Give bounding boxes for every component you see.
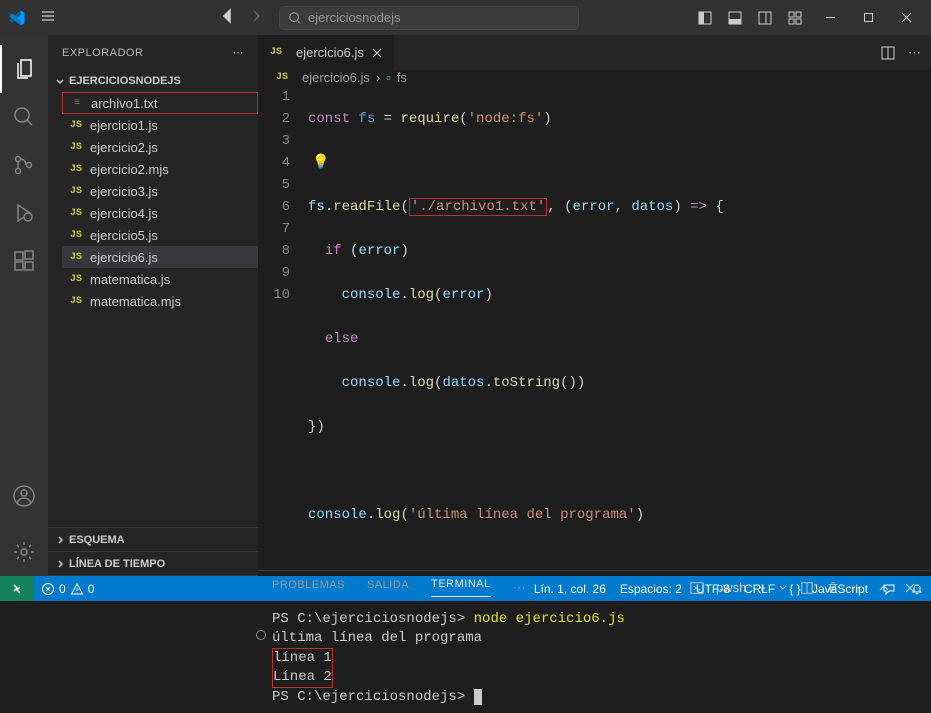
panel-tab-problems[interactable]: PROBLEMAS — [272, 579, 345, 597]
activity-settings[interactable] — [0, 528, 48, 576]
status-position[interactable]: Lín. 1, col. 26 — [527, 582, 613, 596]
file-item[interactable]: JS ejercicio6.js — [62, 246, 258, 268]
vscode-logo-icon — [8, 9, 26, 27]
js-file-icon: JS — [68, 120, 84, 131]
layout-secondary-icon[interactable] — [757, 10, 773, 26]
section-timeline[interactable]: LÍNEA DE TIEMPO — [48, 552, 258, 576]
activity-extensions[interactable] — [0, 237, 48, 285]
search-input[interactable]: ejerciciosnodejs — [279, 6, 579, 30]
js-file-icon: JS — [68, 252, 84, 263]
status-encoding[interactable]: UTF-8 — [689, 582, 737, 596]
file-list: ≡ archivo1.txt JS ejercicio1.js JS ejercicio2… — [48, 92, 258, 312]
warning-icon — [70, 582, 84, 596]
titlebar: ejerciciosnodejs — [0, 0, 931, 35]
file-item[interactable]: JS matematica.js — [62, 268, 258, 290]
js-file-icon: JS — [68, 164, 84, 175]
activity-account[interactable] — [0, 472, 48, 520]
js-file-icon: JS — [68, 296, 84, 307]
nav-back-icon[interactable] — [220, 8, 236, 27]
file-label: ejercicio3.js — [90, 184, 158, 199]
code-editor[interactable]: 12345678910 const fs = require('node:fs'… — [258, 85, 931, 570]
status-eol[interactable]: CRLF — [737, 582, 782, 596]
file-label: ejercicio5.js — [90, 228, 158, 243]
feedback-icon — [882, 582, 896, 596]
txt-file-icon: ≡ — [69, 98, 85, 109]
tab-ejercicio6[interactable]: JS ejercicio6.js — [258, 35, 395, 70]
sidebar-more-icon[interactable]: ⋯ — [233, 46, 245, 59]
js-file-icon: JS — [68, 274, 84, 285]
file-label: archivo1.txt — [91, 96, 157, 111]
layout-panel-icon[interactable] — [727, 10, 743, 26]
line-numbers: 12345678910 — [258, 86, 308, 570]
tab-label: ejercicio6.js — [296, 45, 364, 60]
close-icon[interactable] — [370, 46, 384, 60]
file-item[interactable]: JS ejercicio2.js — [62, 136, 258, 158]
js-file-icon: JS — [68, 230, 84, 241]
chevron-down-icon — [54, 75, 66, 87]
file-item[interactable]: JS ejercicio1.js — [62, 114, 258, 136]
activitybar — [0, 35, 48, 576]
layout-customize-icon[interactable] — [787, 10, 803, 26]
activity-scm[interactable] — [0, 141, 48, 189]
chevron-right-icon — [54, 534, 66, 546]
braces-icon: { } — [789, 582, 800, 596]
sidebar-title: EXPLORADOR — [62, 47, 143, 59]
symbol-icon: ▫ — [386, 70, 391, 85]
file-label: ejercicio2.js — [90, 140, 158, 155]
panel-tab-output[interactable]: SALIDA — [367, 579, 409, 597]
gutter-circle-icon — [256, 630, 266, 640]
cursor — [474, 689, 482, 705]
terminal-content[interactable]: PS C:\ejerciciosnodejs> node ejercicio6.… — [258, 604, 931, 713]
file-label: matematica.js — [90, 272, 170, 287]
file-item[interactable]: JS ejercicio4.js — [62, 202, 258, 224]
status-problems[interactable]: 0 0 — [34, 582, 101, 596]
search-placeholder: ejerciciosnodejs — [308, 10, 401, 25]
breadcrumb[interactable]: JS ejercicio6.js › ▫ fs — [258, 70, 931, 85]
panel-more-icon[interactable]: ⋯ — [513, 580, 526, 596]
status-spaces[interactable]: Espacios: 2 — [613, 582, 689, 596]
error-icon — [41, 582, 55, 596]
activity-debug[interactable] — [0, 189, 48, 237]
file-label: ejercicio4.js — [90, 206, 158, 221]
split-editor-icon[interactable] — [880, 45, 896, 61]
search-icon — [288, 11, 302, 25]
sidebar: EXPLORADOR ⋯ EJERCICIOSNODEJS ≡ archivo1.… — [48, 35, 258, 576]
minimize-button[interactable] — [813, 4, 847, 32]
js-file-icon: JS — [68, 208, 84, 219]
maximize-button[interactable] — [851, 4, 885, 32]
js-file-icon: JS — [68, 186, 84, 197]
js-file-icon: JS — [268, 47, 284, 58]
file-item[interactable]: ≡ archivo1.txt — [62, 92, 258, 114]
file-item[interactable]: JS ejercicio2.mjs — [62, 158, 258, 180]
bell-icon — [910, 582, 924, 596]
file-item[interactable]: JS ejercicio3.js — [62, 180, 258, 202]
js-file-icon: JS — [274, 72, 290, 83]
file-label: matematica.mjs — [90, 294, 181, 309]
tab-more-icon[interactable]: ⋯ — [908, 45, 921, 61]
file-item[interactable]: JS ejercicio5.js — [62, 224, 258, 246]
status-language[interactable]: { } JavaScript — [782, 582, 875, 596]
panel-tab-terminal[interactable]: TERMINAL — [431, 578, 491, 597]
remote-button[interactable] — [0, 576, 34, 601]
nav-forward-icon[interactable] — [248, 8, 264, 27]
code-content: const fs = require('node:fs') 💡 fs.readF… — [308, 86, 931, 570]
js-file-icon: JS — [68, 142, 84, 153]
section-outline[interactable]: ESQUEMA — [48, 528, 258, 552]
file-item[interactable]: JS matematica.mjs — [62, 290, 258, 312]
activity-search[interactable] — [0, 93, 48, 141]
chevron-right-icon — [54, 558, 66, 570]
lightbulb-icon[interactable]: 💡 — [312, 152, 329, 174]
status-feedback[interactable] — [875, 582, 903, 596]
folder-header[interactable]: EJERCICIOSNODEJS — [48, 70, 258, 92]
close-button[interactable] — [889, 4, 923, 32]
file-label: ejercicio1.js — [90, 118, 158, 133]
tabbar: JS ejercicio6.js ⋯ — [258, 35, 931, 70]
layout-primary-icon[interactable] — [697, 10, 713, 26]
status-bell[interactable] — [903, 582, 931, 596]
activity-explorer[interactable] — [0, 45, 48, 93]
menu-icon[interactable] — [36, 4, 60, 31]
file-label: ejercicio2.mjs — [90, 162, 169, 177]
file-label: ejercicio6.js — [90, 250, 158, 265]
